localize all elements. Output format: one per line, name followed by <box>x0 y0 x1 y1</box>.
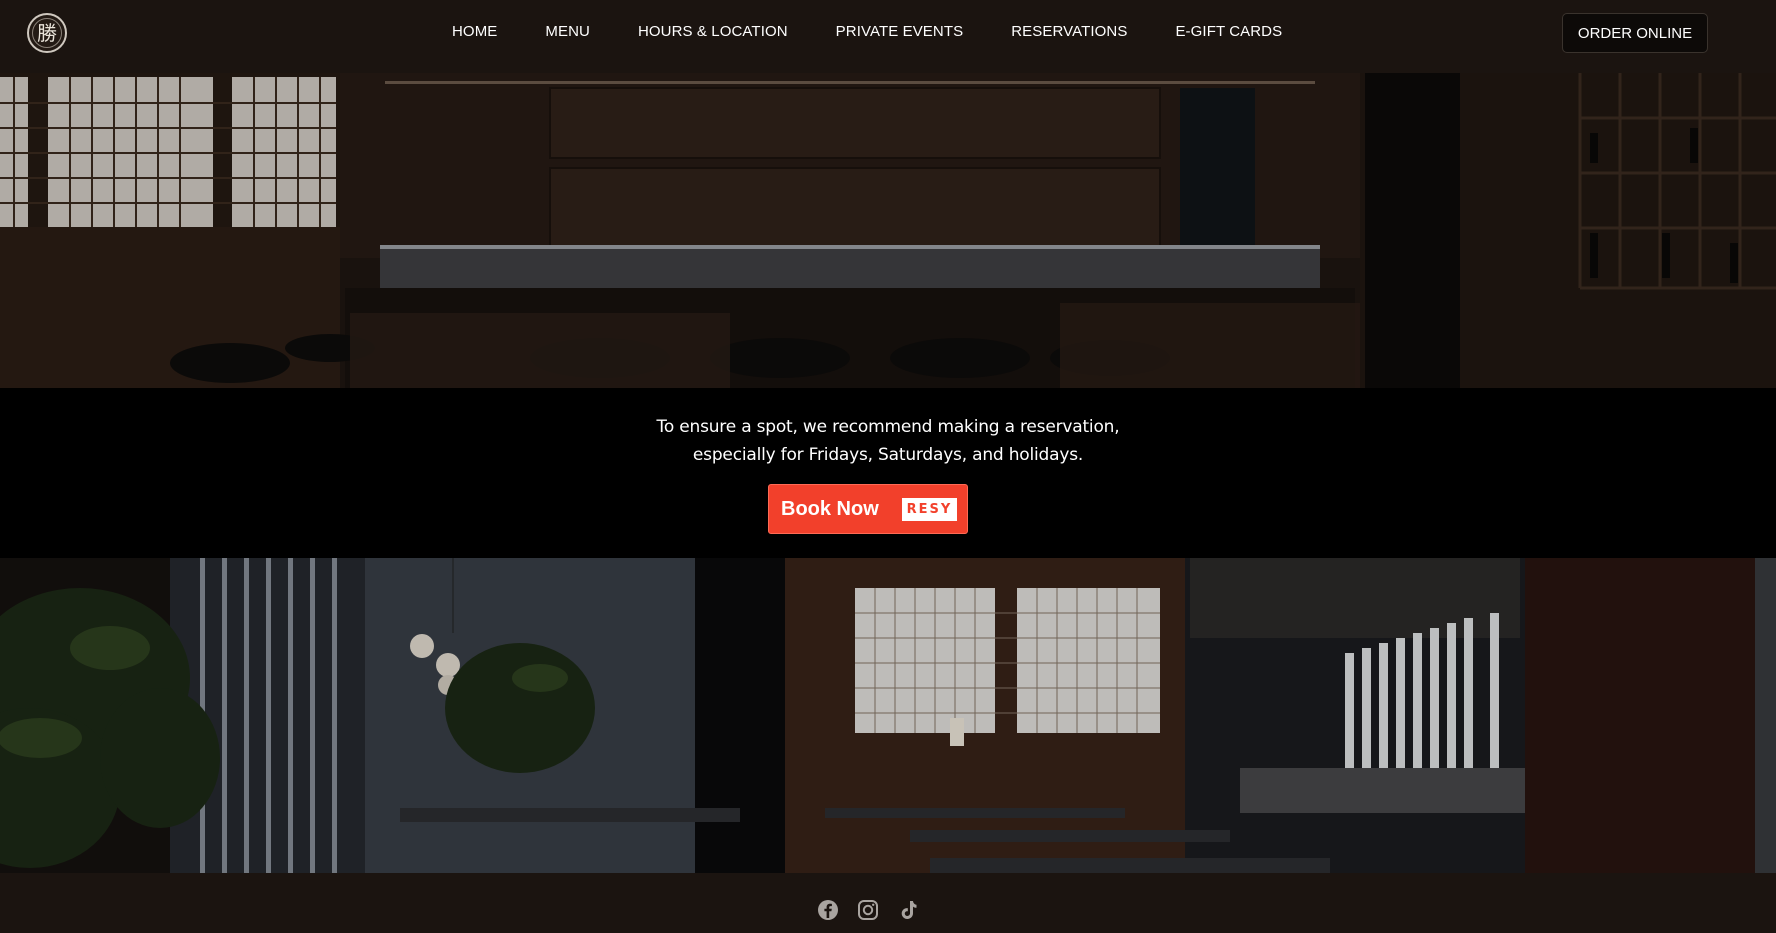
main-nav: HOME MENU HOURS & LOCATION PRIVATE EVENT… <box>452 23 1282 40</box>
facebook-icon[interactable] <box>816 898 840 922</box>
nav-menu[interactable]: MENU <box>545 23 590 40</box>
reservation-text-line2: especially for Fridays, Saturdays, and h… <box>692 445 1084 465</box>
nav-e-gift-cards[interactable]: E-GIFT CARDS <box>1175 23 1282 40</box>
book-now-button[interactable]: Book Now RESY <box>768 484 968 534</box>
instagram-icon[interactable] <box>856 898 880 922</box>
nav-hours-location[interactable]: HOURS & LOCATION <box>638 23 788 40</box>
order-online-button[interactable]: ORDER ONLINE <box>1562 13 1708 53</box>
hero-image-dining-room <box>0 558 1776 873</box>
nav-private-events[interactable]: PRIVATE EVENTS <box>836 23 964 40</box>
resy-logo: RESY <box>902 498 957 521</box>
book-now-label: Book Now <box>781 498 879 520</box>
nav-home[interactable]: HOME <box>452 23 497 40</box>
logo-glyph: 勝 <box>32 18 62 48</box>
reservation-text-line1: To ensure a spot, we recommend making a … <box>656 417 1120 437</box>
restaurant-logo[interactable]: 勝 <box>27 13 67 53</box>
nav-reservations[interactable]: RESERVATIONS <box>1011 23 1127 40</box>
hero-image-sushi-bar <box>0 73 1776 388</box>
site-header: 勝 HOME MENU HOURS & LOCATION PRIVATE EVE… <box>0 0 1776 73</box>
tiktok-icon[interactable] <box>896 898 920 922</box>
site-footer <box>0 873 1776 933</box>
reservation-section: To ensure a spot, we recommend making a … <box>0 388 1776 558</box>
